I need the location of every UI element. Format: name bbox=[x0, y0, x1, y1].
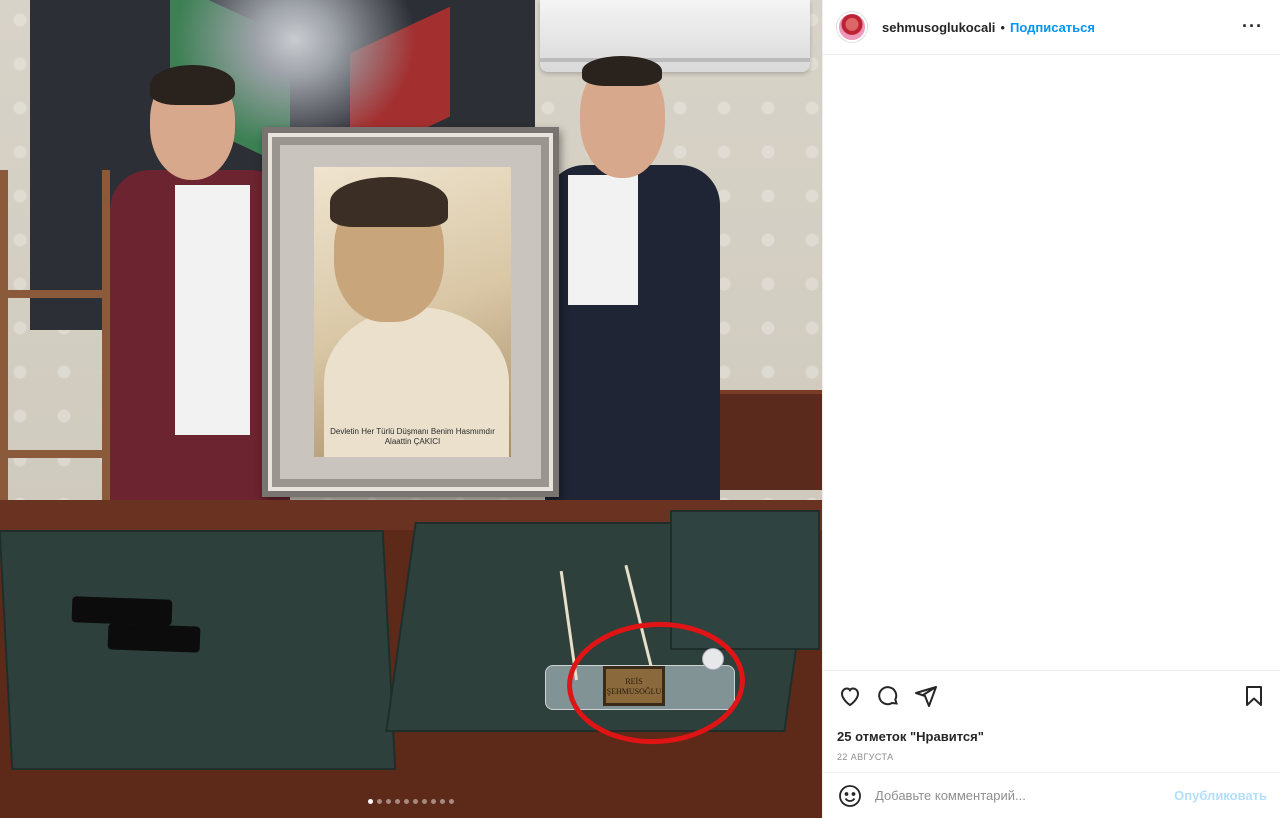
likes-count[interactable]: 25 отметок "Нравится" bbox=[837, 729, 1267, 744]
portrait-caption: Devletin Her Türlü Düşmanı Benim Hasmımd… bbox=[314, 427, 511, 447]
comment-input[interactable] bbox=[875, 788, 1175, 803]
carousel-dot bbox=[422, 799, 427, 804]
portrait-caption-line2: Alaattin ÇAKICI bbox=[384, 437, 441, 446]
comment-box: Опубликовать bbox=[823, 772, 1280, 818]
emoji-icon[interactable] bbox=[837, 783, 863, 809]
post-actions: 25 отметок "Нравится" 22 АВГУСТА bbox=[823, 670, 1280, 762]
carousel-dots bbox=[0, 799, 822, 804]
publish-button[interactable]: Опубликовать bbox=[1174, 788, 1267, 803]
carousel-dot bbox=[395, 799, 400, 804]
carousel-dot bbox=[377, 799, 382, 804]
post-header: sehmusoglukocali • Подписаться ··· bbox=[823, 0, 1280, 55]
carousel-dot bbox=[413, 799, 418, 804]
phone bbox=[107, 623, 201, 653]
air-conditioner bbox=[540, 0, 810, 72]
bookmark-icon[interactable] bbox=[1241, 683, 1267, 709]
portrait-caption-line1: Devletin Her Türlü Düşmanı Benim Hasmımd… bbox=[330, 427, 495, 436]
phone bbox=[71, 596, 173, 626]
carousel-dot bbox=[386, 799, 391, 804]
hair bbox=[150, 65, 235, 105]
carousel-dot bbox=[449, 799, 454, 804]
avatar[interactable] bbox=[837, 12, 867, 42]
separator-dot: • bbox=[1000, 19, 1005, 35]
carousel-dot bbox=[431, 799, 436, 804]
hair bbox=[582, 56, 662, 86]
carousel-dot bbox=[404, 799, 409, 804]
heart-icon[interactable] bbox=[837, 683, 863, 709]
post-sidebar: sehmusoglukocali • Подписаться ··· 25 от… bbox=[822, 0, 1280, 818]
share-icon[interactable] bbox=[913, 683, 939, 709]
shirt bbox=[175, 185, 250, 435]
action-row bbox=[837, 683, 1267, 709]
comment-icon[interactable] bbox=[875, 683, 901, 709]
carousel-dot bbox=[368, 799, 373, 804]
post-date: 22 АВГУСТА bbox=[837, 752, 894, 762]
carousel-dot bbox=[440, 799, 445, 804]
portrait-image: Devletin Her Türlü Düşmanı Benim Hasmımd… bbox=[314, 167, 511, 457]
framed-portrait: Devletin Her Türlü Düşmanı Benim Hasmımd… bbox=[262, 127, 559, 497]
post-photo[interactable]: Devletin Her Türlü Düşmanı Benim Hasmımd… bbox=[0, 0, 822, 818]
shirt bbox=[568, 175, 638, 305]
follow-button[interactable]: Подписаться bbox=[1010, 20, 1095, 35]
username-link[interactable]: sehmusoglukocali bbox=[882, 20, 995, 35]
more-icon[interactable]: ··· bbox=[1242, 16, 1263, 37]
portrait-hair bbox=[330, 177, 448, 227]
